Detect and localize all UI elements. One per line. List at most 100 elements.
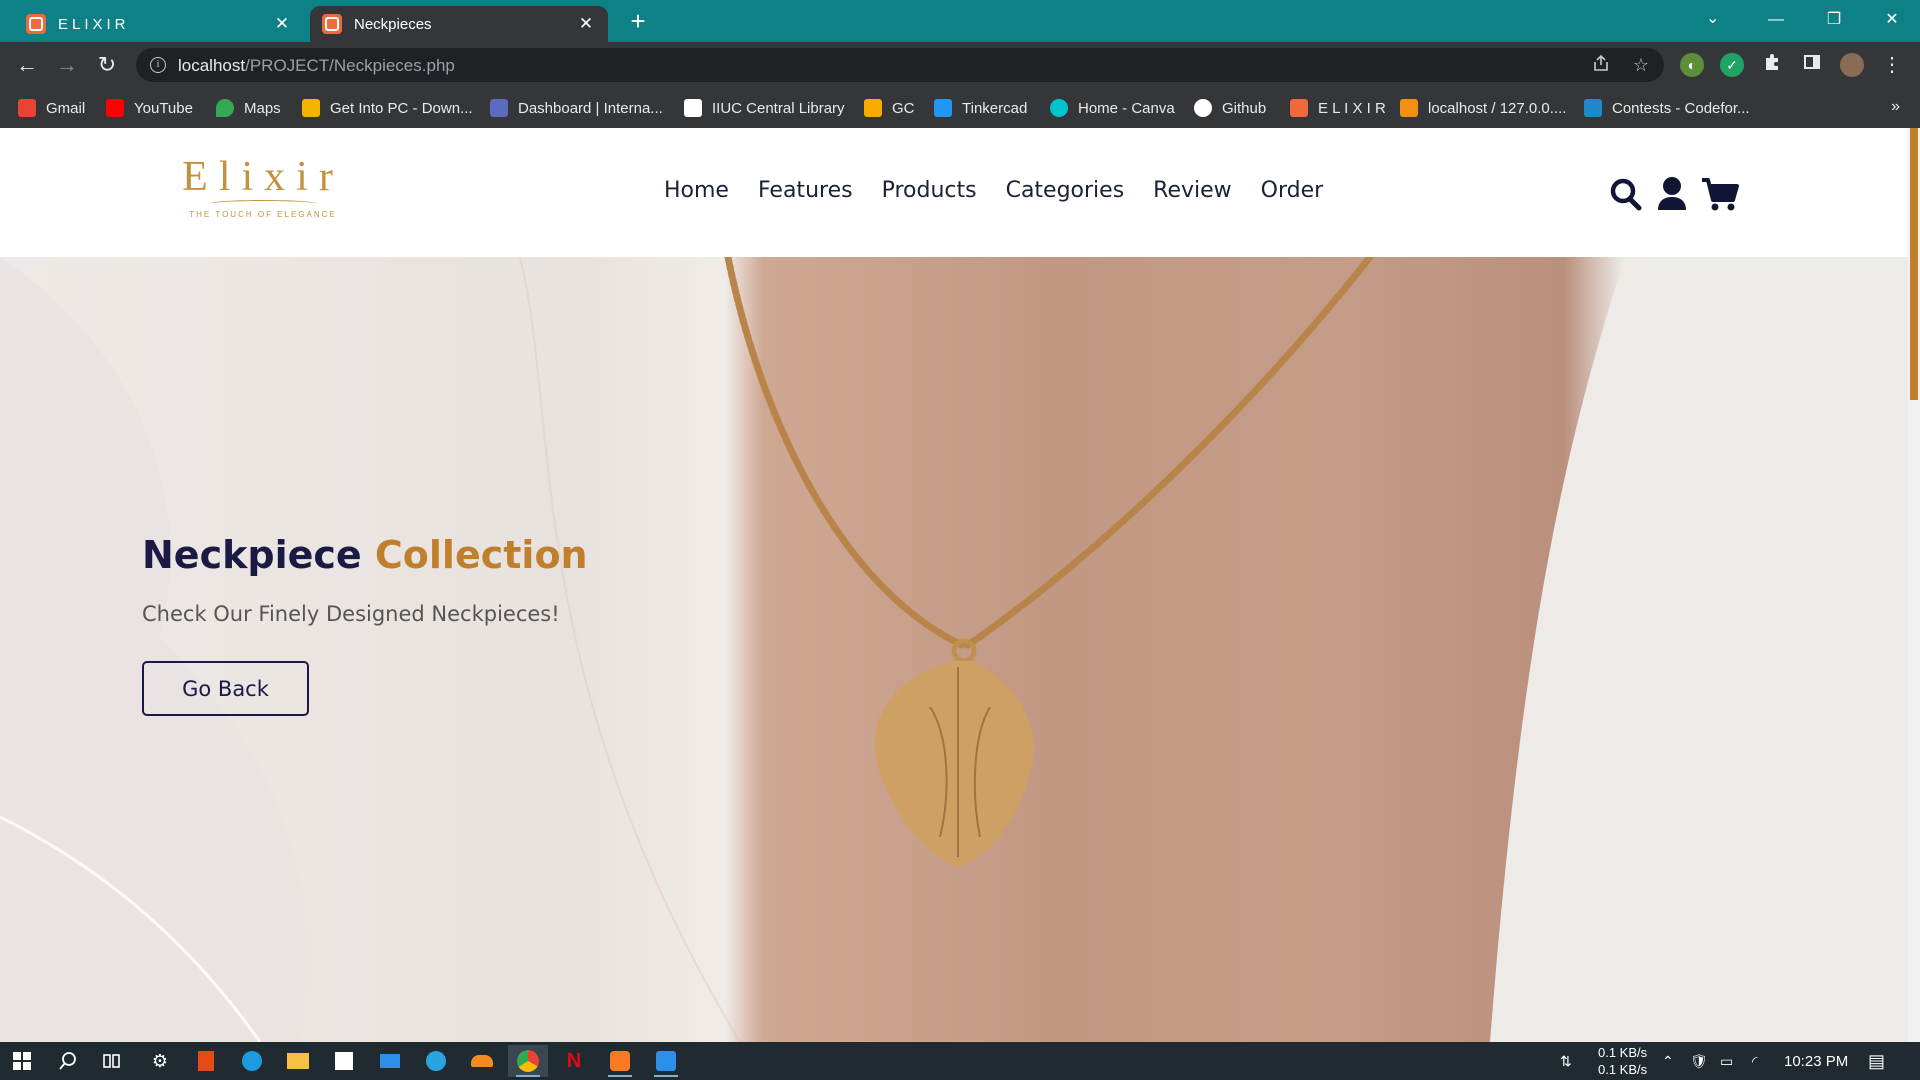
bookmark-star-icon[interactable]: ☆ bbox=[1630, 54, 1652, 76]
nav-products[interactable]: Products bbox=[882, 178, 977, 203]
cart-icon[interactable] bbox=[1700, 174, 1740, 214]
nav-order[interactable]: Order bbox=[1261, 178, 1324, 203]
cloud-app-icon[interactable] bbox=[462, 1045, 502, 1077]
battery-icon[interactable]: ▭ bbox=[1720, 1042, 1733, 1080]
tab-title: ELIXIR bbox=[58, 15, 130, 33]
necklace-photo bbox=[0, 257, 1908, 1042]
page-viewport: Elixir THE TOUCH OF ELEGANCE Home Featur… bbox=[0, 128, 1920, 1042]
nav-home[interactable]: Home bbox=[664, 178, 729, 203]
extensions-puzzle-icon[interactable] bbox=[1760, 53, 1784, 77]
task-view-icon[interactable] bbox=[92, 1045, 132, 1077]
wifi-icon[interactable]: ◜ bbox=[1752, 1042, 1757, 1080]
bookmark-gmail[interactable]: Gmail bbox=[18, 88, 85, 128]
bookmark-getintopc[interactable]: Get Into PC - Down... bbox=[302, 88, 473, 128]
settings-gear-icon[interactable]: ⚙ bbox=[140, 1045, 180, 1077]
bookmark-maps[interactable]: Maps bbox=[216, 88, 281, 128]
search-icon[interactable] bbox=[1608, 174, 1644, 214]
dashboard-icon bbox=[490, 99, 508, 117]
page-scrollbar[interactable] bbox=[1908, 128, 1920, 1042]
network-speed: 0.1 KB/s 0.1 KB/s bbox=[1598, 1042, 1647, 1080]
elixir-favicon-icon bbox=[1290, 99, 1308, 117]
hero-title-accent: Collection bbox=[374, 533, 588, 577]
file-explorer-icon[interactable] bbox=[278, 1045, 318, 1077]
xampp-icon[interactable] bbox=[600, 1045, 640, 1077]
telegram-icon[interactable] bbox=[416, 1045, 456, 1077]
more-bookmarks-button[interactable]: » bbox=[1891, 98, 1900, 116]
nav-categories[interactable]: Categories bbox=[1006, 178, 1125, 203]
edge-icon[interactable] bbox=[232, 1045, 272, 1077]
notifications-icon[interactable]: ▤ bbox=[1868, 1042, 1885, 1080]
scrollbar-thumb[interactable] bbox=[1910, 128, 1918, 400]
reload-button[interactable]: ↻ bbox=[90, 48, 124, 82]
forward-button[interactable]: → bbox=[50, 48, 84, 82]
go-back-button[interactable]: Go Back bbox=[142, 661, 309, 716]
elixir-favicon-icon bbox=[26, 14, 46, 34]
restore-button[interactable]: ❐ bbox=[1806, 2, 1862, 38]
site-logo[interactable]: Elixir THE TOUCH OF ELEGANCE bbox=[180, 154, 346, 230]
bookmark-gc[interactable]: GC bbox=[864, 88, 915, 128]
extension-shield-icon[interactable]: ✓ bbox=[1720, 53, 1744, 77]
close-window-button[interactable]: ✕ bbox=[1864, 2, 1920, 38]
url-host: localhost bbox=[178, 56, 246, 75]
site-info-icon[interactable]: i bbox=[150, 57, 166, 73]
new-tab-button[interactable]: + bbox=[622, 6, 654, 38]
tab-search-icon[interactable]: ⌄ bbox=[1706, 8, 1719, 28]
minimize-button[interactable]: — bbox=[1748, 2, 1804, 38]
search-icon[interactable] bbox=[48, 1045, 88, 1077]
tab-elixir[interactable]: ELIXIR ✕ bbox=[14, 6, 304, 42]
side-panel-icon[interactable] bbox=[1800, 53, 1824, 77]
browser-tab-strip: ELIXIR ✕ Neckpieces ✕ + ⌄ — ❐ ✕ bbox=[0, 0, 1920, 42]
mail-icon[interactable] bbox=[370, 1045, 410, 1077]
logo-swirl bbox=[208, 200, 318, 208]
url-text[interactable]: localhost/PROJECT/Neckpieces.php bbox=[178, 56, 455, 76]
gmail-icon bbox=[18, 99, 36, 117]
tab-neckpieces[interactable]: Neckpieces ✕ bbox=[310, 6, 608, 42]
share-icon[interactable] bbox=[1590, 54, 1612, 76]
office-icon[interactable] bbox=[186, 1045, 226, 1077]
nav-review[interactable]: Review bbox=[1153, 178, 1232, 203]
bookmark-youtube[interactable]: YouTube bbox=[106, 88, 193, 128]
tray-chevron-icon[interactable]: ⌃ bbox=[1662, 1042, 1674, 1080]
user-icon[interactable] bbox=[1654, 174, 1690, 214]
logo-word: Elixir bbox=[182, 154, 344, 200]
chrome-icon[interactable] bbox=[508, 1045, 548, 1077]
bookmark-iiuc-library[interactable]: IIUC Central Library bbox=[684, 88, 845, 128]
maps-icon bbox=[216, 99, 234, 117]
main-nav: Home Features Products Categories Review… bbox=[664, 178, 1323, 203]
tinkercad-icon bbox=[934, 99, 952, 117]
back-button[interactable]: ← bbox=[10, 48, 44, 82]
canva-icon bbox=[1050, 99, 1068, 117]
bookmark-elixir[interactable]: E L I X I R bbox=[1290, 88, 1386, 128]
bookmark-tinkercad[interactable]: Tinkercad bbox=[934, 88, 1027, 128]
netflix-icon[interactable]: N bbox=[554, 1045, 594, 1077]
phpmyadmin-icon bbox=[1400, 99, 1418, 117]
address-bar[interactable]: i localhost/PROJECT/Neckpieces.php ☆ bbox=[136, 48, 1664, 82]
browser-menu-icon[interactable]: ⋮ bbox=[1880, 53, 1904, 77]
start-windows-icon[interactable] bbox=[2, 1045, 42, 1077]
bookmark-codeforces[interactable]: Contests - Codefor... bbox=[1584, 88, 1750, 128]
bookmark-canva[interactable]: Home - Canva bbox=[1050, 88, 1175, 128]
clock-time[interactable]: 10:23 PM bbox=[1784, 1042, 1848, 1080]
bookmarks-bar: Gmail YouTube Maps Get Into PC - Down...… bbox=[0, 88, 1920, 128]
bookmark-github[interactable]: Github bbox=[1194, 88, 1266, 128]
site-header: Elixir THE TOUCH OF ELEGANCE Home Featur… bbox=[0, 128, 1908, 257]
logo-tagline: THE TOUCH OF ELEGANCE bbox=[189, 210, 337, 219]
github-icon bbox=[1194, 99, 1212, 117]
store-icon[interactable] bbox=[324, 1045, 364, 1077]
net-up-speed: 0.1 KB/s bbox=[1598, 1062, 1648, 1077]
bookmark-dashboard[interactable]: Dashboard | Interna... bbox=[490, 88, 663, 128]
close-tab-icon[interactable]: ✕ bbox=[576, 14, 596, 34]
hero-subtitle: Check Our Finely Designed Neckpieces! bbox=[142, 602, 560, 626]
url-path: /PROJECT/Neckpieces.php bbox=[245, 56, 455, 75]
youtube-icon bbox=[106, 99, 124, 117]
close-tab-icon[interactable]: ✕ bbox=[272, 14, 292, 34]
vscode-icon[interactable] bbox=[646, 1045, 686, 1077]
hero-title: Neckpiece Collection bbox=[142, 533, 588, 577]
extension-colorful-icon[interactable]: ◐ bbox=[1680, 53, 1704, 77]
security-shield-icon[interactable]: 🛡 bbox=[1690, 1042, 1708, 1080]
profile-avatar[interactable] bbox=[1840, 53, 1864, 77]
bookmark-phpmyadmin[interactable]: localhost / 127.0.0.... bbox=[1400, 88, 1566, 128]
codeforces-icon bbox=[1584, 99, 1602, 117]
nav-features[interactable]: Features bbox=[758, 178, 853, 203]
library-icon bbox=[684, 99, 702, 117]
